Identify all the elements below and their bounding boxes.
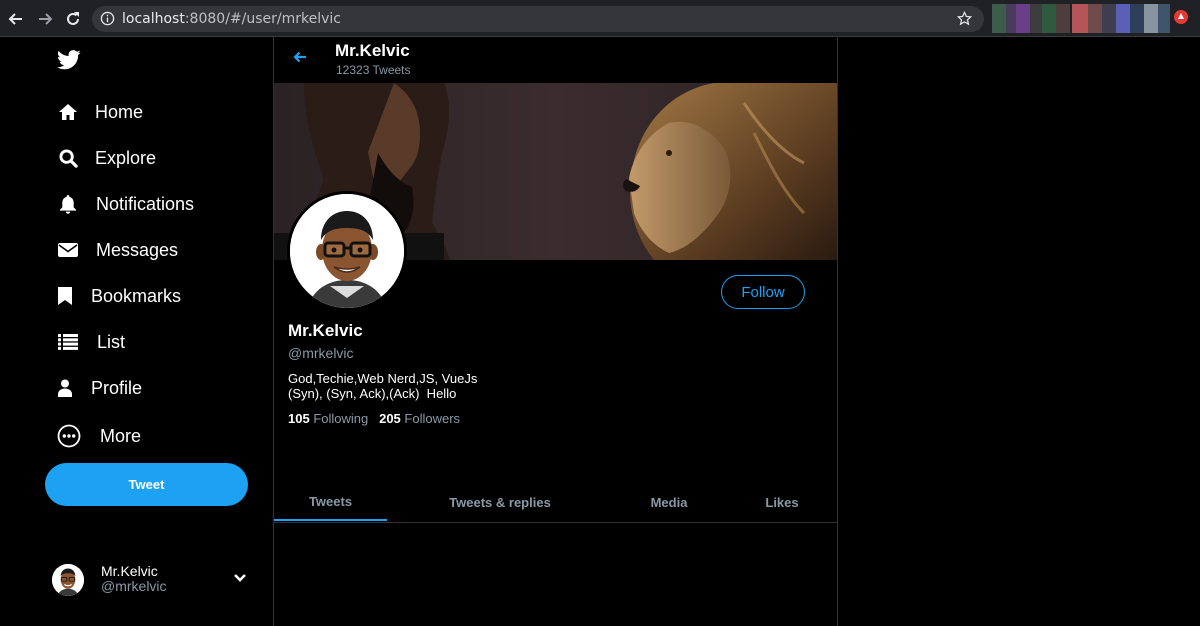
sidebar-item-label: Home xyxy=(95,101,144,122)
profile-header: Mr.Kelvic 12323 Tweets xyxy=(274,37,837,84)
profile-avatar[interactable] xyxy=(287,191,407,311)
envelope-icon xyxy=(57,239,79,261)
followers-label: Followers xyxy=(404,411,461,426)
profile-name: Mr.Kelvic xyxy=(288,321,363,340)
sidebar-item-notifications[interactable]: Notifications xyxy=(57,189,194,219)
bio-line: (Syn), (Syn, Ack),(Ack) Hello xyxy=(288,386,457,401)
bio-line: God,Techie,Web Nerd,JS, VueJs xyxy=(288,371,478,386)
search-icon xyxy=(57,147,79,169)
sidebar-item-label: Bookmarks xyxy=(91,285,182,306)
sidebar-item-label: More xyxy=(100,425,142,446)
back-arrow-icon[interactable] xyxy=(292,49,308,70)
sidebar-item-label: Explore xyxy=(95,147,157,168)
account-handle: @mrkelvic xyxy=(101,578,167,594)
tweet-count: 12323 Tweets xyxy=(336,63,411,77)
sidebar-item-more[interactable]: More xyxy=(57,421,141,451)
sidebar-item-label: List xyxy=(97,331,126,352)
tab-tweets[interactable]: Tweets xyxy=(274,483,387,521)
follow-button[interactable]: Follow xyxy=(721,275,805,309)
sidebar-item-bookmarks[interactable]: Bookmarks xyxy=(57,281,181,311)
sidebar-item-profile[interactable]: Profile xyxy=(57,373,142,403)
chevron-down-icon[interactable] xyxy=(233,570,247,588)
profile-bio: God,Techie,Web Nerd,JS, VueJs (Syn), (Sy… xyxy=(288,371,477,401)
following-link[interactable]: 105 Following xyxy=(288,411,368,426)
bookmark-icon xyxy=(57,285,73,307)
forward-arrow-icon[interactable] xyxy=(35,9,55,29)
address-bar[interactable]: localhost:8080/#/user/mrkelvic xyxy=(92,6,984,32)
tweet-button[interactable]: Tweet xyxy=(45,463,248,506)
profile-stats: 105 Following 205 Followers xyxy=(288,411,460,426)
sidebar-item-home[interactable]: Home xyxy=(57,97,143,127)
tab-media[interactable]: Media xyxy=(629,483,709,521)
tab-tweets-and-replies[interactable]: Tweets & replies xyxy=(424,483,576,521)
url-text: localhost:8080/#/user/mrkelvic xyxy=(122,11,341,27)
account-switcher[interactable]: Mr.Kelvic @mrkelvic xyxy=(52,562,252,598)
sidebar-item-explore[interactable]: Explore xyxy=(57,143,156,173)
sidebar-item-label: Notifications xyxy=(96,193,195,214)
profile-column: Mr.Kelvic 12323 Tweets Follow Mr.Kelvic … xyxy=(273,37,838,626)
sidebar: Home Explore Notifications Messages Book… xyxy=(0,37,273,626)
tab-likes[interactable]: Likes xyxy=(744,483,820,521)
person-icon xyxy=(57,377,73,399)
browser-toolbar: localhost:8080/#/user/mrkelvic xyxy=(0,0,1200,37)
sidebar-item-label: Profile xyxy=(91,377,143,398)
list-icon xyxy=(57,331,79,353)
bell-icon xyxy=(57,193,79,215)
twitter-bird-icon[interactable] xyxy=(57,49,81,76)
more-icon xyxy=(57,424,81,448)
account-name: Mr.Kelvic xyxy=(101,563,158,579)
sidebar-item-messages[interactable]: Messages xyxy=(57,235,178,265)
profile-tabs: Tweets Tweets & replies Media Likes xyxy=(274,483,837,523)
sidebar-item-label: Messages xyxy=(96,239,179,260)
followers-count: 205 xyxy=(379,411,401,426)
back-arrow-icon[interactable] xyxy=(6,9,26,29)
following-count: 105 xyxy=(288,411,310,426)
bookmark-star-icon[interactable] xyxy=(956,10,973,31)
info-icon[interactable] xyxy=(100,11,115,31)
home-icon xyxy=(57,101,79,123)
reload-icon[interactable] xyxy=(63,9,83,29)
avatar xyxy=(52,564,84,596)
extensions-area[interactable] xyxy=(992,4,1192,33)
sidebar-item-list[interactable]: List xyxy=(57,327,125,357)
header-name: Mr.Kelvic xyxy=(335,41,410,60)
following-label: Following xyxy=(313,411,369,426)
followers-link[interactable]: 205 Followers xyxy=(379,411,460,426)
extension-alert-icon[interactable] xyxy=(1174,10,1188,24)
profile-handle: @mrkelvic xyxy=(288,345,354,361)
